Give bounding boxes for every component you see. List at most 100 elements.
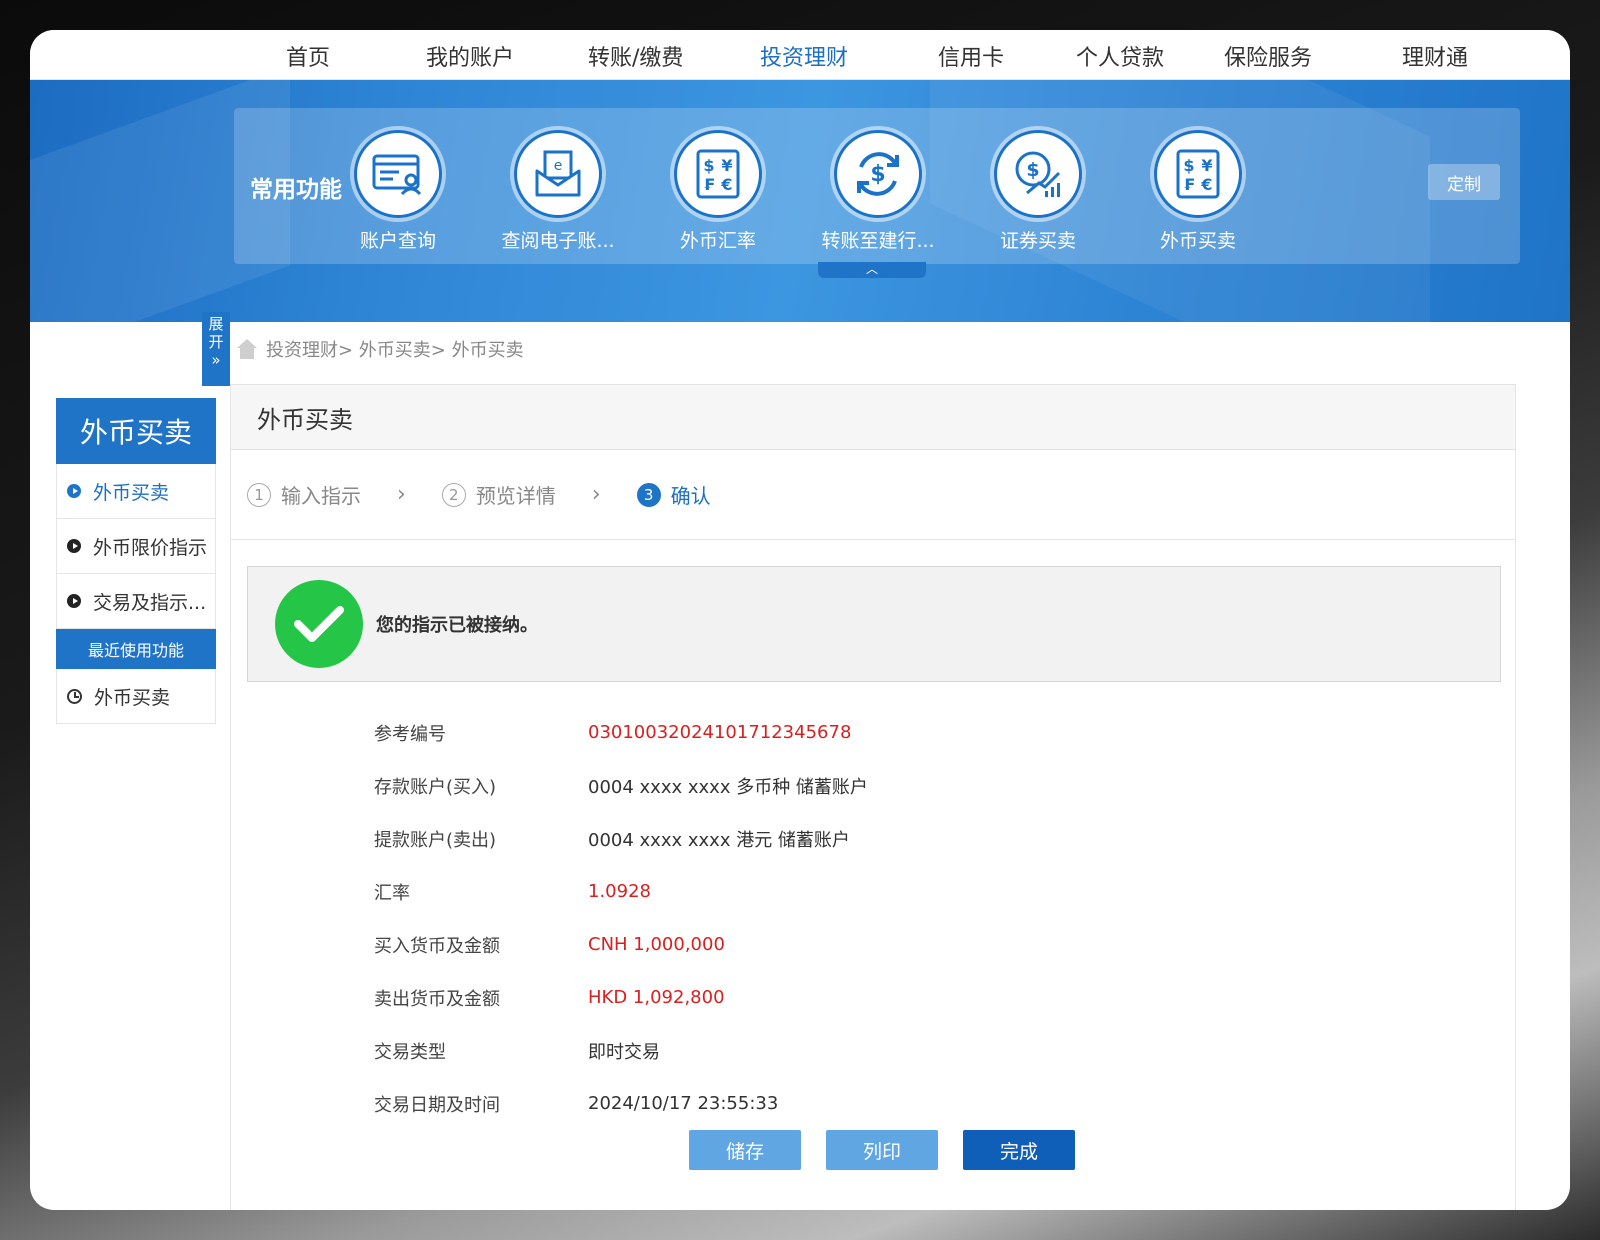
customize-button[interactable]: 定制	[1428, 164, 1500, 200]
quick-function-panel: 常用功能 账户查询 e 查阅电子账... $ ¥ ₣ € 外币汇率 $ 转账至建…	[234, 108, 1520, 264]
detail-label: 提款账户(卖出)	[374, 829, 497, 851]
sidebar: 外币买卖 外币买卖 外币限价指示 交易及指示... 最近使用功能 外币买卖	[56, 398, 216, 724]
nav-personal-loan[interactable]: 个人贷款	[1076, 40, 1164, 72]
chevron-right-icon: ›	[591, 482, 601, 507]
recent-item-fx-trading[interactable]: 外币买卖	[56, 669, 216, 724]
success-banner: 您的指示已被接纳。	[247, 566, 1501, 682]
success-message: 您的指示已被接纳。	[376, 615, 538, 636]
detail-label: 卖出货币及金额	[374, 988, 500, 1010]
main-content: 外币买卖 1 输入指示 › 2 预览详情 › 3 确认 您的指示已被接纳。 参考…	[230, 384, 1516, 1210]
transaction-details: 参考编号 03010032024101712345678 存款账户(买入) 00…	[374, 706, 1274, 1130]
quick-label: 转账至建行...	[821, 230, 935, 252]
detail-value: 03010032024101712345678	[588, 722, 852, 743]
top-navigation: 首页 我的账户 转账/缴费 投资理财 信用卡 个人贷款 保险服务 理财通	[30, 30, 1570, 80]
sidebar-item-label: 外币限价指示	[93, 536, 208, 559]
detail-value: 0004 xxxx xxxx 多币种 储蓄账户	[588, 776, 868, 798]
step-preview: 2 预览详情	[441, 480, 556, 509]
quick-function-banner: 常用功能 账户查询 e 查阅电子账... $ ¥ ₣ € 外币汇率 $ 转账至建…	[30, 80, 1570, 322]
sidebar-title: 外币买卖	[56, 398, 216, 464]
detail-value: HKD 1,092,800	[588, 987, 725, 1008]
clock-icon	[67, 688, 82, 704]
detail-label: 汇率	[374, 882, 410, 904]
sidebar-item-transactions[interactable]: 交易及指示...	[56, 574, 216, 629]
step-confirm: 3 确认	[636, 480, 711, 509]
detail-label: 参考编号	[374, 723, 446, 745]
print-button[interactable]: 列印	[826, 1130, 938, 1170]
nav-my-account[interactable]: 我的账户	[426, 40, 514, 72]
step-input: 1 输入指示	[247, 480, 361, 509]
quick-account-query[interactable]: 账户查询	[333, 130, 463, 253]
nav-transfer-payment[interactable]: 转账/缴费	[588, 40, 683, 72]
nav-wealth[interactable]: 理财通	[1402, 40, 1468, 72]
detail-value: 即时交易	[588, 1041, 660, 1063]
nav-home[interactable]: 首页	[286, 40, 330, 72]
double-chevron-icon: »	[211, 351, 221, 369]
quick-label: 账户查询	[359, 230, 436, 252]
quick-label: 查阅电子账...	[501, 230, 615, 252]
play-bullet-icon	[67, 594, 81, 608]
play-bullet-icon	[67, 484, 81, 498]
sidebar-item-fx-trading[interactable]: 外币买卖	[56, 464, 216, 519]
step-label: 预览详情	[475, 484, 556, 508]
expand-sidebar-tab[interactable]: 展 开 »	[202, 312, 230, 386]
breadcrumb: 投资理财> 外币买卖> 外币买卖	[236, 336, 524, 362]
e-statement-icon: e	[514, 130, 602, 218]
svg-text:¥: ¥	[721, 156, 732, 175]
quick-securities[interactable]: $ 证券买卖	[973, 130, 1103, 253]
chevron-right-icon: ›	[397, 482, 406, 507]
step-number: 1	[247, 482, 271, 507]
recent-functions-header: 最近使用功能	[56, 629, 216, 669]
detail-row-datetime: 交易日期及时间 2024/10/17 23:55:33	[374, 1077, 1274, 1130]
currency-symbols-icon: $ ¥ ₣ €	[1154, 130, 1242, 218]
nav-credit-card[interactable]: 信用卡	[938, 40, 1004, 72]
nav-insurance[interactable]: 保险服务	[1224, 40, 1312, 72]
quick-label: 证券买卖	[999, 230, 1076, 252]
page-title: 外币买卖	[231, 384, 1515, 450]
save-button[interactable]: 储存	[689, 1130, 801, 1170]
svg-text:₣: ₣	[1183, 175, 1194, 194]
svg-text:$: $	[703, 156, 714, 175]
collapse-banner-button[interactable]: ︿	[818, 262, 926, 278]
svg-text:€: €	[1200, 175, 1212, 194]
svg-text:$: $	[1183, 156, 1194, 175]
transfer-dollar-icon: $	[834, 130, 922, 218]
step-number: 2	[441, 482, 466, 507]
quick-label: 外币买卖	[1159, 230, 1236, 252]
sidebar-item-fx-limit-order[interactable]: 外币限价指示	[56, 519, 216, 574]
action-buttons: 储存 列印 完成	[689, 1130, 1075, 1170]
step-label: 确认	[670, 484, 711, 508]
nav-investment[interactable]: 投资理财	[760, 40, 848, 72]
quick-function-title: 常用功能	[250, 177, 342, 203]
browser-screen: 首页 我的账户 转账/缴费 投资理财 信用卡 个人贷款 保险服务 理财通 常用功…	[30, 30, 1570, 1210]
recent-item-label: 外币买卖	[94, 686, 171, 709]
step-number: 3	[636, 482, 661, 507]
sidebar-item-label: 交易及指示...	[93, 591, 207, 614]
detail-row-withdraw-account: 提款账户(卖出) 0004 xxxx xxxx 港元 储蓄账户	[374, 812, 1274, 865]
home-icon[interactable]	[236, 339, 258, 359]
quick-fx-rate[interactable]: $ ¥ ₣ € 外币汇率	[653, 130, 783, 253]
svg-text:€: €	[720, 175, 732, 194]
quick-e-statement[interactable]: e 查阅电子账...	[493, 130, 623, 253]
sidebar-item-label: 外币买卖	[93, 481, 170, 504]
detail-row-rate: 汇率 1.0928	[374, 865, 1274, 918]
expand-tab-char: 展	[208, 315, 224, 333]
svg-text:₣: ₣	[703, 175, 714, 194]
play-bullet-icon	[67, 539, 81, 553]
svg-text:¥: ¥	[1201, 156, 1212, 175]
detail-label: 交易日期及时间	[374, 1094, 500, 1116]
done-button[interactable]: 完成	[963, 1130, 1075, 1170]
account-card-icon	[354, 130, 442, 218]
expand-tab-char: 开	[208, 333, 224, 351]
detail-value: CNH 1,000,000	[588, 934, 725, 955]
quick-fx-trading[interactable]: $ ¥ ₣ € 外币买卖	[1133, 130, 1263, 253]
quick-label: 外币汇率	[679, 230, 756, 252]
progress-steps: 1 输入指示 › 2 预览详情 › 3 确认	[231, 450, 1515, 540]
detail-row-buy-amount: 买入货币及金额 CNH 1,000,000	[374, 918, 1274, 971]
detail-label: 买入货币及金额	[374, 935, 500, 957]
svg-text:e: e	[554, 158, 563, 174]
detail-value: 2024/10/17 23:55:33	[588, 1093, 779, 1114]
svg-text:$: $	[870, 162, 885, 187]
breadcrumb-path[interactable]: 投资理财> 外币买卖> 外币买卖	[266, 336, 524, 362]
quick-transfer-ccb[interactable]: $ 转账至建行...	[813, 130, 943, 253]
detail-row-reference: 参考编号 03010032024101712345678	[374, 706, 1274, 759]
